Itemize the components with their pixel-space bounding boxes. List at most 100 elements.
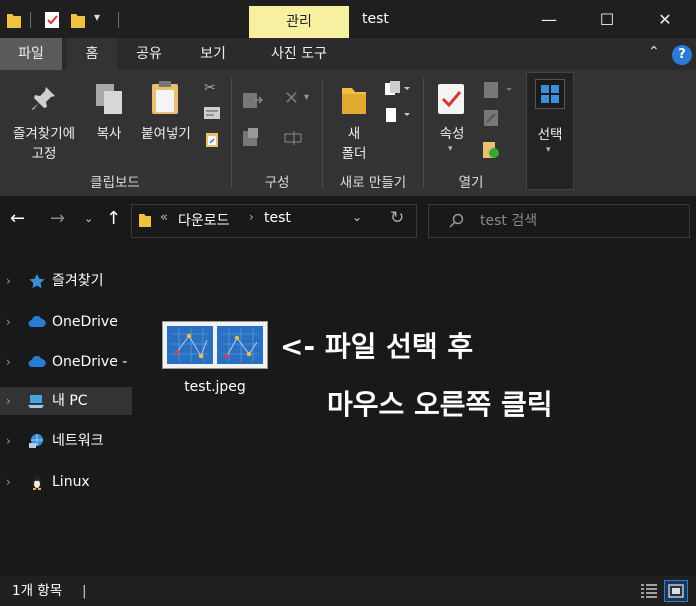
pin-label: 즐겨찾기에 <box>12 126 76 142</box>
nav-label: OneDrive <box>52 314 118 330</box>
cut-icon[interactable]: ✂ <box>204 80 220 96</box>
properties-quick-icon[interactable] <box>44 10 60 30</box>
divider <box>30 12 31 28</box>
copy-path-icon[interactable] <box>203 106 221 120</box>
nav-item-linux[interactable]: › Linux <box>0 468 132 496</box>
new-folder-label-2: 폴더 <box>341 146 367 162</box>
pc-icon <box>28 395 44 408</box>
chevron-right-icon[interactable]: › <box>6 387 11 415</box>
nav-label: OneDrive - <box>52 354 128 370</box>
refresh-icon[interactable]: ↻ <box>390 208 404 228</box>
search-placeholder: test 검색 <box>480 213 538 229</box>
network-icon <box>29 434 43 448</box>
details-view-icon[interactable] <box>640 583 658 599</box>
rename-icon[interactable] <box>284 130 304 146</box>
chevron-right-icon[interactable]: › <box>6 468 11 496</box>
select-all-icon <box>541 85 559 103</box>
nav-label: 즐겨찾기 <box>52 273 104 289</box>
copy-icon <box>96 84 122 114</box>
delete-icon[interactable]: ✕ <box>284 88 299 109</box>
breadcrumb-test[interactable]: test <box>264 210 291 226</box>
path-overflow-icon[interactable]: « <box>160 210 168 225</box>
new-item-icon[interactable] <box>384 80 410 98</box>
collapse-ribbon-icon[interactable]: ⌃ <box>648 44 660 60</box>
file-explorer-window: ▾ 관리 test — ☐ ✕ 파일 홈 공유 보기 사진 도구 ⌃ ? 즐겨찾… <box>0 0 696 606</box>
breadcrumb-downloads[interactable]: 다운로드 <box>178 210 230 230</box>
group-label-new: 새로 만들기 <box>339 175 407 191</box>
group-label-clipboard: 클립보드 <box>90 175 140 191</box>
move-to-icon[interactable] <box>242 90 264 110</box>
divider <box>118 12 119 28</box>
nav-label: 내 PC <box>52 393 88 409</box>
maximize-button[interactable]: ☐ <box>584 6 630 34</box>
tab-home[interactable]: 홈 <box>67 38 117 70</box>
select-label: 선택 <box>537 127 563 143</box>
star-icon <box>29 274 45 289</box>
nav-item-this-pc[interactable]: › 내 PC <box>0 387 132 415</box>
properties-label: 속성 <box>439 126 465 142</box>
chevron-right-icon[interactable]: › <box>6 308 11 336</box>
help-icon[interactable]: ? <box>672 45 692 65</box>
address-dropdown-icon[interactable]: ⌄ <box>352 210 362 224</box>
file-name[interactable]: test.jpeg <box>150 379 280 395</box>
easy-access-icon[interactable] <box>384 106 410 124</box>
close-button[interactable]: ✕ <box>642 6 688 34</box>
chevron-right-icon[interactable]: › <box>6 267 11 295</box>
pin-to-quick-access-button[interactable]: 즐겨찾기에 고정 <box>2 78 86 166</box>
new-folder-quick-icon[interactable] <box>70 10 86 30</box>
nav-item-network[interactable]: › 네트워크 <box>0 427 132 455</box>
history-icon[interactable] <box>482 138 500 160</box>
nav-item-onedrive[interactable]: › OneDrive <box>0 308 132 336</box>
paste-label: 붙여넣기 <box>141 126 191 142</box>
select-button[interactable]: 선택 ▾ <box>526 72 574 190</box>
divider <box>423 78 424 188</box>
up-button[interactable]: ↑ <box>106 208 121 229</box>
annotation-select-file: <- 파일 선택 후 <box>280 330 474 363</box>
large-icons-view-button[interactable] <box>664 580 688 602</box>
recent-locations-icon[interactable]: ⌄ <box>84 212 93 225</box>
chevron-down-icon[interactable]: ▾ <box>304 92 309 103</box>
cloud-icon <box>28 315 46 327</box>
copy-to-icon[interactable] <box>242 128 264 148</box>
tab-picture-tools[interactable]: 사진 도구 <box>252 38 346 70</box>
new-folder-button[interactable]: 새 폴더 <box>332 78 376 166</box>
penguin-icon <box>32 475 42 490</box>
open-icon[interactable] <box>482 80 512 100</box>
manage-context-tab[interactable]: 관리 <box>249 6 349 40</box>
file-item-thumbnail[interactable] <box>162 321 268 369</box>
status-cursor: | <box>82 583 87 599</box>
group-label-organize: 구성 <box>264 175 290 191</box>
tab-share[interactable]: 공유 <box>124 38 174 70</box>
chevron-down-icon: ▾ <box>546 145 551 155</box>
chevron-right-icon[interactable]: › <box>6 348 11 376</box>
divider <box>231 78 232 188</box>
new-folder-label: 새 <box>347 126 361 142</box>
pin-label-2: 고정 <box>31 146 57 162</box>
chevron-right-icon[interactable]: › <box>6 427 11 455</box>
back-button[interactable]: ← <box>10 208 25 229</box>
nav-item-favorites[interactable]: › 즐겨찾기 <box>0 267 132 295</box>
nav-label: 네트워크 <box>52 433 104 449</box>
minimize-button[interactable]: — <box>526 6 572 34</box>
copy-button[interactable]: 복사 <box>88 78 130 148</box>
paste-button[interactable]: 붙여넣기 <box>134 78 198 148</box>
nav-label: Linux <box>52 474 90 490</box>
paste-shortcut-icon[interactable] <box>205 130 219 148</box>
folder-icon <box>139 214 151 227</box>
copy-label: 복사 <box>96 126 122 142</box>
tab-file[interactable]: 파일 <box>0 38 62 70</box>
pin-icon <box>32 87 55 110</box>
search-input[interactable] <box>428 204 690 238</box>
nav-item-onedrive-business[interactable]: › OneDrive - <box>0 348 132 376</box>
customize-quick-access-icon[interactable]: ▾ <box>94 10 100 24</box>
image-thumbnail-icon <box>167 326 263 364</box>
new-folder-icon <box>342 88 366 114</box>
cloud-icon <box>28 355 46 367</box>
window-title: test <box>362 11 389 27</box>
properties-button[interactable]: 속성 ▾ <box>430 78 474 166</box>
forward-button[interactable]: → <box>50 208 65 229</box>
edit-icon[interactable] <box>482 108 500 128</box>
properties-icon <box>438 84 464 114</box>
tab-view[interactable]: 보기 <box>188 38 238 70</box>
divider <box>322 78 323 188</box>
